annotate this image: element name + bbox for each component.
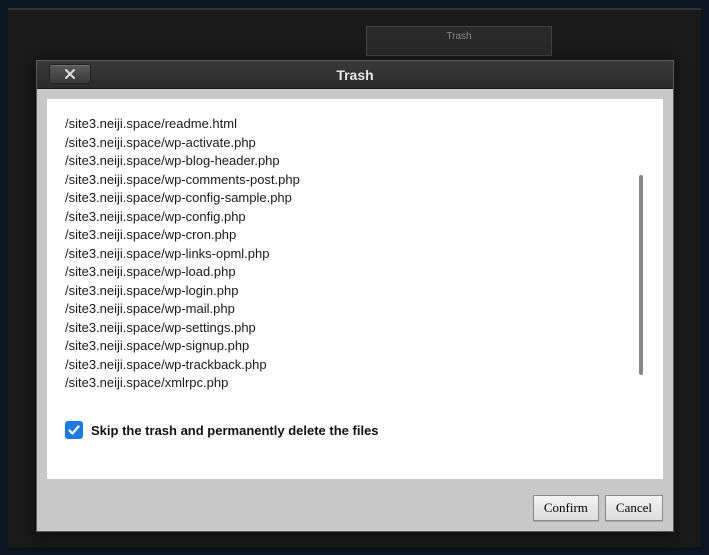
cancel-button[interactable]: Cancel: [605, 495, 663, 521]
checkmark-icon: [67, 423, 81, 437]
file-path: /site3.neiji.space/readme.html: [65, 115, 625, 134]
file-list[interactable]: /site3.neiji.space/readme.html/site3.nei…: [65, 115, 645, 405]
file-path: /site3.neiji.space/wp-signup.php: [65, 337, 625, 356]
file-path: /site3.neiji.space/wp-config-sample.php: [65, 189, 625, 208]
skip-trash-row: Skip the trash and permanently delete th…: [65, 421, 645, 439]
dialog-button-row: Confirm Cancel: [37, 489, 673, 531]
file-path: /site3.neiji.space/wp-links-opml.php: [65, 245, 625, 264]
file-path: /site3.neiji.space/wp-cron.php: [65, 226, 625, 245]
dialog-body: /site3.neiji.space/readme.html/site3.nei…: [47, 99, 663, 479]
file-path: /site3.neiji.space/wp-trackback.php: [65, 356, 625, 375]
file-path: /site3.neiji.space/wp-config.php: [65, 208, 625, 227]
background-trash-panel: Trash: [366, 26, 552, 56]
file-path: /site3.neiji.space/xmlrpc.php: [65, 374, 625, 393]
close-button[interactable]: [49, 64, 91, 84]
file-path: /site3.neiji.space/wp-mail.php: [65, 300, 625, 319]
dialog-titlebar: Trash: [37, 61, 673, 89]
dialog-title: Trash: [336, 67, 373, 83]
close-icon: [64, 68, 76, 80]
file-path: /site3.neiji.space/wp-load.php: [65, 263, 625, 282]
trash-dialog: Trash /site3.neiji.space/readme.html/sit…: [36, 60, 674, 532]
file-path: /site3.neiji.space/wp-comments-post.php: [65, 171, 625, 190]
file-path: /site3.neiji.space/wp-settings.php: [65, 319, 625, 338]
file-path: /site3.neiji.space/wp-login.php: [65, 282, 625, 301]
file-path: /site3.neiji.space/wp-blog-header.php: [65, 152, 625, 171]
skip-trash-checkbox[interactable]: [65, 421, 83, 439]
confirm-button[interactable]: Confirm: [533, 495, 599, 521]
file-path: /site3.neiji.space/wp-activate.php: [65, 134, 625, 153]
skip-trash-label: Skip the trash and permanently delete th…: [91, 423, 379, 438]
scrollbar-thumb[interactable]: [639, 175, 643, 375]
